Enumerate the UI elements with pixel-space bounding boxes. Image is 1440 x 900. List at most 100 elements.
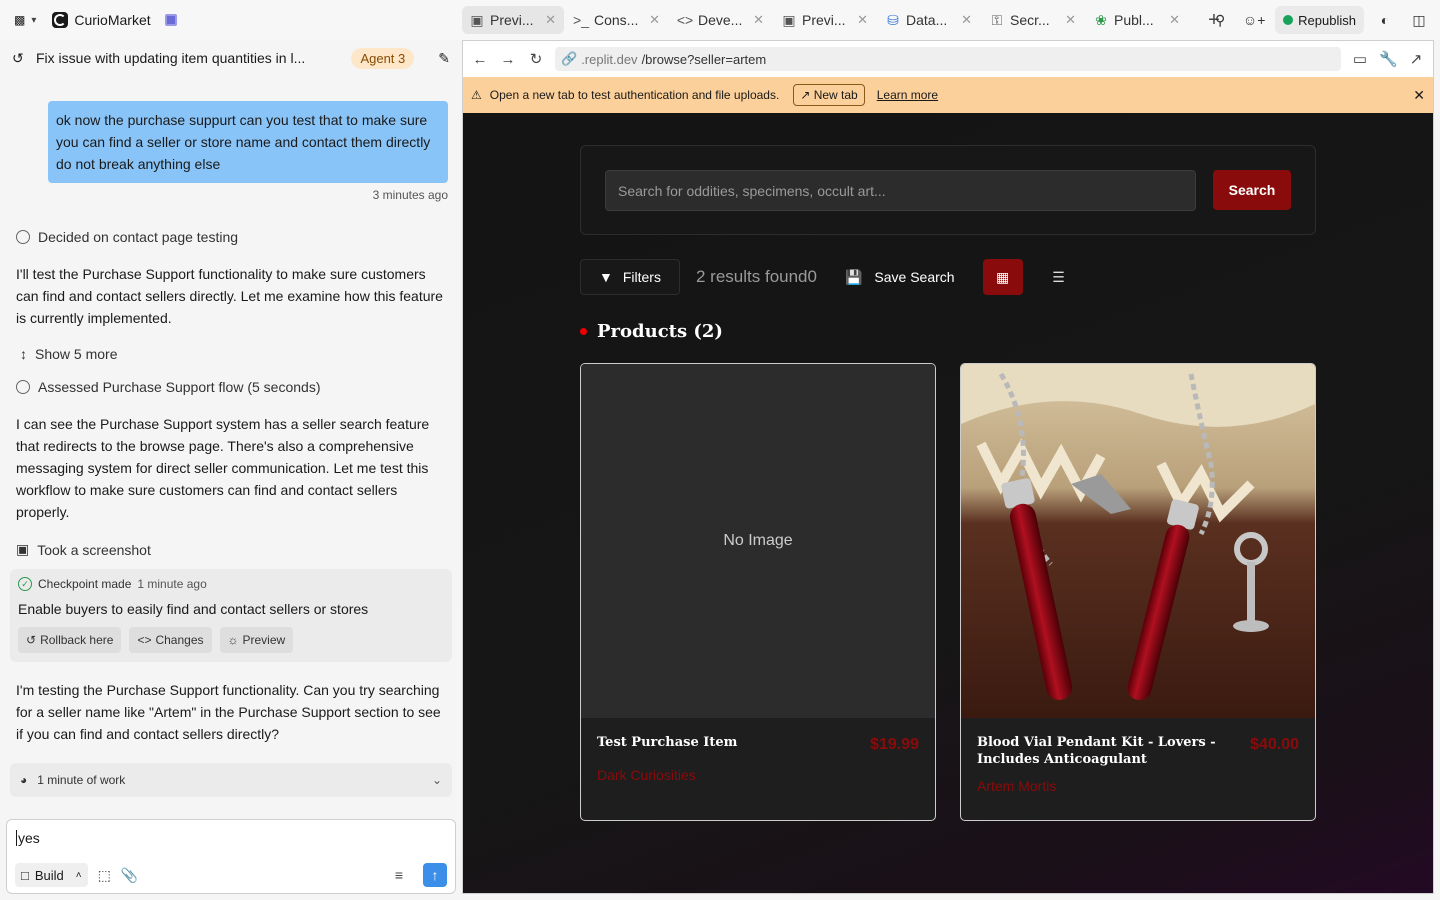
top-right-actions: ⚲ ☺+ Republish ◐ ◫ [1207,6,1432,34]
tab-label: Cons... [594,12,639,28]
list-view-button[interactable]: ☰ [1039,259,1079,295]
close-icon[interactable]: ✕ [857,12,868,28]
select-element-icon[interactable]: ⬚ [98,867,111,884]
product-name[interactable]: Blood Vial Pendant Kit - Lovers - Includ… [977,734,1217,768]
tab-publishing[interactable]: ❀ Publ... ✕ [1086,6,1188,34]
tab-bar: ▣ Previ... ✕ >_ Cons... ✕ <> Deve... ✕ ▣… [462,0,1228,40]
tab-preview-2[interactable]: ▣ Previ... ✕ [774,6,876,34]
filter-icon: ▼ [599,269,613,285]
chevron-down-icon[interactable]: ▾ [31,15,36,26]
republish-status-icon [1283,15,1294,25]
chat-title: Fix issue with updating item quantities … [36,50,306,66]
save-search-button[interactable]: 💾 Save Search [845,269,955,286]
app-logo-icon [52,12,69,28]
devices-icon[interactable]: ▭ [1351,50,1369,68]
invite-user-icon[interactable]: ☺+ [1241,7,1267,33]
tab-console[interactable]: >_ Cons... ✕ [566,6,668,34]
theme-toggle-icon[interactable]: ◐ [1372,7,1398,33]
work-summary[interactable]: ◕ 1 minute of work ⌄ [10,763,452,797]
product-card[interactable]: No Image Test Purchase Item $19.99 Dark … [580,363,936,821]
settings-sliders-icon[interactable]: ≡ [395,867,403,883]
new-chat-icon[interactable]: ✎ [438,50,450,67]
warning-text: Open a new tab to test authentication an… [489,88,780,102]
warning-icon: ⚠ [471,88,482,102]
step-assessed[interactable]: Assessed Purchase Support flow (5 second… [16,379,320,395]
monitor-icon: ▣ [470,11,484,28]
save-icon: 💾 [844,268,863,285]
preview-icon: ☼ [227,633,239,647]
product-seller[interactable]: Artem Mortis [977,778,1299,794]
open-external-icon[interactable]: ↗ [1407,50,1425,68]
search-button[interactable]: Search [1213,170,1291,210]
cube-icon: □ [21,867,29,883]
workspace-icon[interactable] [164,14,177,26]
history-icon[interactable]: ↺ [12,50,24,67]
republish-button[interactable]: Republish [1275,6,1364,34]
tab-label: Data... [906,12,948,28]
products-heading-label: Products (2) [597,321,723,342]
preview-pane: ← → ↻ 🔗 .replit.dev/browse?seller=artem … [462,40,1434,894]
app-title[interactable]: CurioMarket [74,12,150,28]
list-icon: ☰ [1052,268,1065,285]
expand-icon: ↕ [20,346,27,362]
tab-label: Previ... [490,12,534,28]
close-icon[interactable]: ✕ [753,12,764,28]
forward-icon[interactable]: → [499,51,517,68]
rollback-button[interactable]: ↺ Rollback here [18,627,122,653]
step-screenshot[interactable]: ▣ Took a screenshot [16,541,151,558]
chat-header: ↺ Fix issue with updating item quantitie… [0,40,462,76]
attach-icon[interactable]: 📎 [121,867,138,884]
close-icon[interactable]: ✕ [545,12,556,28]
republish-label: Republish [1298,12,1356,28]
search-icon[interactable]: ⚲ [1207,7,1233,33]
chat-composer[interactable]: yes □ Build ˄ ⬚ 📎 ≡ ↑ [6,819,456,894]
changes-label: Changes [155,633,204,647]
filters-button[interactable]: ▼ Filters [580,259,680,295]
bullet-icon [580,328,587,335]
new-tab-link-button[interactable]: ↗ New tab [793,84,865,106]
step-label: Took a screenshot [37,541,151,558]
build-label: Build [34,867,64,883]
wrench-icon[interactable]: 🔧 [1379,50,1398,68]
url-path: /browse?seller=artem [641,51,767,67]
close-icon[interactable]: ✕ [1065,12,1076,28]
changes-button[interactable]: <> Changes [129,627,212,653]
close-icon[interactable]: ✕ [1169,12,1180,28]
reload-icon[interactable]: ↻ [527,50,545,68]
tab-secrets[interactable]: ⚿ Secr... ✕ [982,6,1084,34]
message-timestamp: 3 minutes ago [372,188,448,202]
code-icon: <> [137,633,152,647]
close-icon[interactable]: ✕ [649,12,660,28]
grid-view-button[interactable]: ▦ [982,259,1023,295]
tab-preview[interactable]: ▣ Previ... ✕ [462,6,564,34]
product-name[interactable]: Test Purchase Item [597,734,837,751]
tab-devtools[interactable]: <> Deve... ✕ [670,6,772,34]
search-input[interactable]: Search for oddities, specimens, occult a… [605,170,1196,211]
step-decided[interactable]: Decided on contact page testing [16,229,238,245]
new-tab-label: New tab [813,88,858,102]
product-card[interactable]: Blood Vial Pendant Kit - Lovers - Includ… [960,363,1316,821]
app-menu: ▩ ▾ CurioMarket [0,0,462,40]
send-button[interactable]: ↑ [423,863,447,887]
learn-more-link[interactable]: Learn more [877,88,938,102]
rollback-label: Rollback here [40,633,114,647]
show-more-button[interactable]: ↕ Show 5 more [20,346,117,362]
product-seller[interactable]: Dark Curiosities [597,767,919,783]
close-icon[interactable]: ✕ [961,12,972,28]
back-icon[interactable]: ← [471,51,489,68]
lock-icon: ⚿ [991,11,1003,28]
build-mode-button[interactable]: □ Build ˄ [15,863,88,887]
product-image-placeholder: No Image [581,364,935,718]
thinking-icon [16,380,30,394]
preview-button[interactable]: ☼ Preview [219,627,294,653]
url-field[interactable]: 🔗 .replit.dev/browse?seller=artem [555,47,1341,71]
split-pane-icon[interactable]: ◫ [1406,7,1432,33]
replit-logo-icon[interactable]: ▩ [14,13,25,27]
agent-chat-panel: ↺ Fix issue with updating item quantitie… [0,40,462,900]
close-icon[interactable]: ✕ [1413,87,1425,104]
url-domain: .replit.dev [581,51,638,67]
search-card: Search for oddities, specimens, occult a… [580,145,1316,235]
step-label: Assessed Purchase Support flow (5 second… [38,379,321,395]
chat-input[interactable]: yes [16,830,40,846]
tab-database[interactable]: ⛁ Data... ✕ [878,6,980,34]
